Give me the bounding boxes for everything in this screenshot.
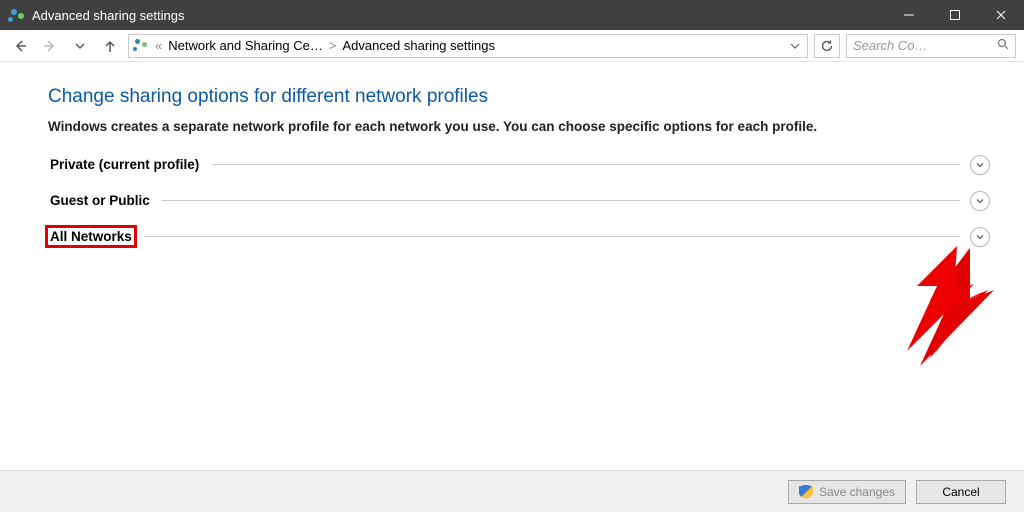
nav-row: « Network and Sharing Ce… > Advanced sha… bbox=[0, 30, 1024, 62]
section-all-networks[interactable]: All Networks bbox=[48, 227, 990, 247]
network-icon bbox=[133, 38, 149, 54]
up-button[interactable] bbox=[98, 34, 122, 58]
back-button[interactable] bbox=[8, 34, 32, 58]
divider bbox=[211, 164, 960, 165]
save-changes-button[interactable]: Save changes bbox=[788, 480, 906, 504]
search-icon bbox=[997, 38, 1009, 53]
minimize-button[interactable] bbox=[886, 0, 932, 30]
content-area: Change sharing options for different net… bbox=[0, 62, 1024, 247]
section-private[interactable]: Private (current profile) bbox=[48, 155, 990, 175]
breadcrumb-current[interactable]: Advanced sharing settings bbox=[342, 38, 494, 53]
search-placeholder: Search Co… bbox=[853, 38, 927, 53]
page-heading: Change sharing options for different net… bbox=[48, 86, 990, 108]
breadcrumb-prefix: « bbox=[155, 38, 162, 53]
recent-locations-button[interactable] bbox=[68, 34, 92, 58]
divider bbox=[144, 236, 960, 237]
save-button-label: Save changes bbox=[819, 485, 895, 499]
title-bar: Advanced sharing settings bbox=[0, 0, 1024, 30]
chevron-down-icon[interactable] bbox=[970, 155, 990, 175]
cancel-button-label: Cancel bbox=[942, 485, 979, 499]
window-title: Advanced sharing settings bbox=[32, 8, 184, 23]
shield-icon bbox=[799, 485, 813, 499]
chevron-down-icon[interactable] bbox=[970, 227, 990, 247]
divider bbox=[162, 200, 960, 201]
close-button[interactable] bbox=[978, 0, 1024, 30]
page-description: Windows creates a separate network profi… bbox=[48, 118, 988, 137]
breadcrumb-parent[interactable]: Network and Sharing Ce… bbox=[168, 38, 323, 53]
refresh-button[interactable] bbox=[814, 34, 840, 58]
section-guest-public[interactable]: Guest or Public bbox=[48, 191, 990, 211]
maximize-button[interactable] bbox=[932, 0, 978, 30]
section-label: Private (current profile) bbox=[48, 156, 201, 173]
footer-bar: Save changes Cancel bbox=[0, 470, 1024, 512]
address-dropdown[interactable] bbox=[787, 41, 803, 51]
app-icon bbox=[8, 7, 24, 23]
annotation-arrow-overlay bbox=[862, 246, 982, 356]
search-input[interactable]: Search Co… bbox=[846, 34, 1016, 58]
cancel-button[interactable]: Cancel bbox=[916, 480, 1006, 504]
forward-button[interactable] bbox=[38, 34, 62, 58]
breadcrumb-separator: > bbox=[329, 38, 337, 53]
address-bar[interactable]: « Network and Sharing Ce… > Advanced sha… bbox=[128, 34, 808, 58]
chevron-down-icon[interactable] bbox=[970, 191, 990, 211]
annotation-arrow bbox=[870, 248, 1000, 368]
section-label: Guest or Public bbox=[48, 192, 152, 209]
section-label: All Networks bbox=[48, 228, 134, 245]
